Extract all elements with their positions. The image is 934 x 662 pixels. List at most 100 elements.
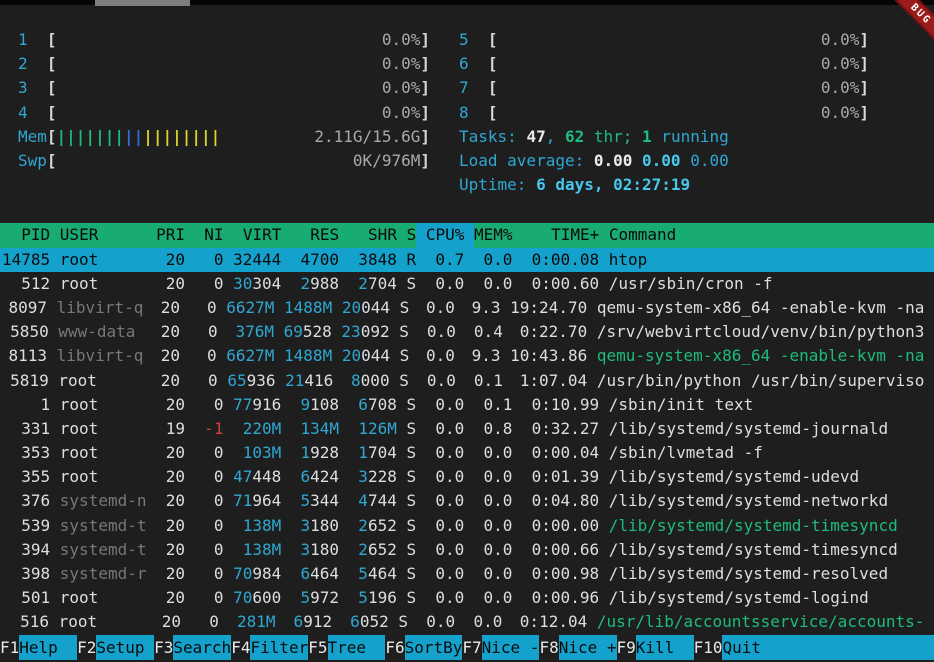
shr-high-part: 5 [358, 588, 368, 607]
fkey-label[interactable]: Help [19, 635, 77, 660]
process-row[interactable]: 1root2007791691086708S0.00.10:10.99/sbin… [0, 393, 934, 417]
cpu-meter-value: 0.0% [821, 101, 860, 125]
fkey-key[interactable]: F3 [154, 635, 173, 660]
shr-high-part: 23 [341, 322, 360, 341]
res-high-part: 21 [285, 371, 304, 390]
time-cell: 19:24.70 [510, 296, 587, 320]
fkey-key[interactable]: F10 [694, 635, 723, 660]
process-row[interactable]: 5850www-data200376M6952823092S0.00.40:22… [0, 320, 934, 344]
fkey-label[interactable]: Search [173, 635, 231, 660]
state-cell: S [406, 417, 416, 441]
shr-cell: 2704 [349, 272, 397, 296]
fkey-button[interactable]: F2Setup [77, 635, 154, 660]
process-row[interactable]: 512root2003030429882704S0.00.00:00.60/us… [0, 272, 934, 296]
process-row[interactable]: 501root2007060059725196S0.00.00:00.96/li… [0, 586, 934, 610]
user-cell: root [60, 248, 147, 272]
res-cell: 3180 [291, 538, 339, 562]
time-cell: 0:12.04 [512, 610, 587, 634]
fkey-label[interactable]: Nice + [559, 635, 617, 660]
state-cell: S [406, 272, 416, 296]
process-row[interactable]: 539systemd-t200138M31802652S0.00.00:00.0… [0, 514, 934, 538]
res-high-part: 69 [284, 322, 303, 341]
process-row[interactable]: 398systemd-r2007098464645464S0.00.00:00.… [0, 562, 934, 586]
priority-cell: 20 [156, 489, 185, 513]
fkey-button[interactable]: F5Tree [308, 635, 385, 660]
process-row[interactable]: 8113libvirt-q2006627M1488M20044S0.09.310… [0, 344, 934, 368]
pid-cell: 394 [2, 538, 50, 562]
process-row[interactable]: 394systemd-t200138M31802652S0.00.00:00.6… [0, 538, 934, 562]
priority-cell: 20 [156, 393, 185, 417]
res-low-part: 972 [310, 588, 339, 607]
virt-high-part: 138M [243, 516, 282, 535]
process-row[interactable]: 8097libvirt-q2006627M1488M20044S0.09.319… [0, 296, 934, 320]
process-row[interactable]: 355root2004744864243228S0.00.00:01.39/li… [0, 465, 934, 489]
nice-cell: 0 [195, 562, 224, 586]
fkey-key[interactable]: F4 [231, 635, 250, 660]
process-row[interactable]: 376systemd-n2007196453444744S0.00.00:04.… [0, 489, 934, 513]
mem-percent-cell: 0.0 [474, 272, 513, 296]
process-table-header[interactable]: PID USER PRI NI VIRT RES SHR S CPU% MEM%… [0, 223, 934, 247]
fkey-label[interactable]: Quit [722, 635, 780, 660]
meters-right-column: 5[0.0%]6[0.0%]7[0.0%]8[0.0%] Tasks: 47, … [459, 28, 869, 197]
fkey-key[interactable]: F2 [77, 635, 96, 660]
fkey-key[interactable]: F1 [0, 635, 19, 660]
user-cell: systemd-n [60, 489, 147, 513]
fkey-button[interactable]: F1Help [0, 635, 77, 660]
fkey-button[interactable]: F3Search [154, 635, 231, 660]
time-cell: 0:00.04 [522, 441, 599, 465]
fkey-label[interactable]: Filter [250, 635, 308, 660]
meter-track [57, 28, 382, 52]
shr-cell: 8000 [343, 369, 390, 393]
res-high-part: 6 [301, 564, 311, 583]
priority-cell: 20 [152, 369, 180, 393]
state-cell: S [400, 344, 410, 368]
cpu-percent-cell: 0.0 [426, 441, 465, 465]
command-cell: /lib/systemd/systemd-resolved [609, 562, 888, 586]
command-cell: /lib/systemd/systemd-logind [609, 586, 869, 610]
fkey-button[interactable]: F8Nice + [539, 635, 616, 660]
fkey-button[interactable]: F6SortBy [385, 635, 462, 660]
fkey-label[interactable]: Nice - [482, 635, 540, 660]
uptime: Uptime: 6 days, 02:27:19 [459, 173, 869, 197]
process-row[interactable]: 331root19-1220M134M126MS0.00.80:32.27/li… [0, 417, 934, 441]
sort-column-header-cpu[interactable]: CPU% [416, 223, 474, 247]
res-low-part: 108 [310, 395, 339, 414]
fkey-key[interactable]: F5 [308, 635, 327, 660]
meter-bracket-close: ] [859, 28, 869, 52]
shr-low-part: 744 [368, 491, 397, 510]
fkey-label[interactable]: Setup [96, 635, 154, 660]
virt-cell: 376M [227, 320, 274, 344]
fkey-key[interactable]: F7 [462, 635, 481, 660]
fkey-button[interactable]: F9Kill [617, 635, 694, 660]
process-row[interactable]: 516root200281M69126052S0.00.00:12.04/usr… [0, 610, 934, 634]
fkey-button[interactable]: F10Quit [694, 635, 781, 660]
fkey-label[interactable]: Tree [328, 635, 386, 660]
header-columns-left[interactable]: PID USER PRI NI VIRT RES SHR S [2, 223, 416, 247]
time-cell: 10:43.86 [510, 344, 587, 368]
meter-bracket-open: [ [488, 101, 498, 125]
shr-low-part: 044 [361, 346, 390, 365]
meter-bracket-open: [ [488, 52, 498, 76]
fkey-key[interactable]: F8 [539, 635, 558, 660]
fkey-label[interactable]: Kill [636, 635, 694, 660]
meter-bracket-open: [ [47, 125, 57, 149]
mem-percent-cell: 0.1 [465, 369, 502, 393]
user-cell: root [60, 586, 147, 610]
virt-cell: 30304 [233, 272, 281, 296]
fkey-button[interactable]: F7Nice - [462, 635, 539, 660]
meter-bracket-open: [ [47, 101, 57, 125]
text-segment: 0.00 [690, 149, 729, 173]
text-segment [632, 149, 642, 173]
state-cell: S [400, 296, 410, 320]
process-row[interactable]: 14785root2003244447003848R0.70.00:00.08h… [0, 248, 934, 272]
command-cell: qemu-system-x86_64 -enable-kvm -na [597, 344, 925, 368]
process-row[interactable]: 353root200103M19281704S0.00.00:00.04/sbi… [0, 441, 934, 465]
fkey-key[interactable]: F6 [385, 635, 404, 660]
fkey-button[interactable]: F4Filter [231, 635, 308, 660]
process-row[interactable]: 5819root20065936214168000S0.00.11:07.04/… [0, 369, 934, 393]
fkey-label[interactable]: SortBy [405, 635, 463, 660]
header-columns-right[interactable]: MEM% TIME+ Command [474, 223, 676, 247]
fkey-key[interactable]: F9 [617, 635, 636, 660]
user-cell: libvirt-q [57, 296, 144, 320]
priority-cell: 20 [156, 586, 185, 610]
